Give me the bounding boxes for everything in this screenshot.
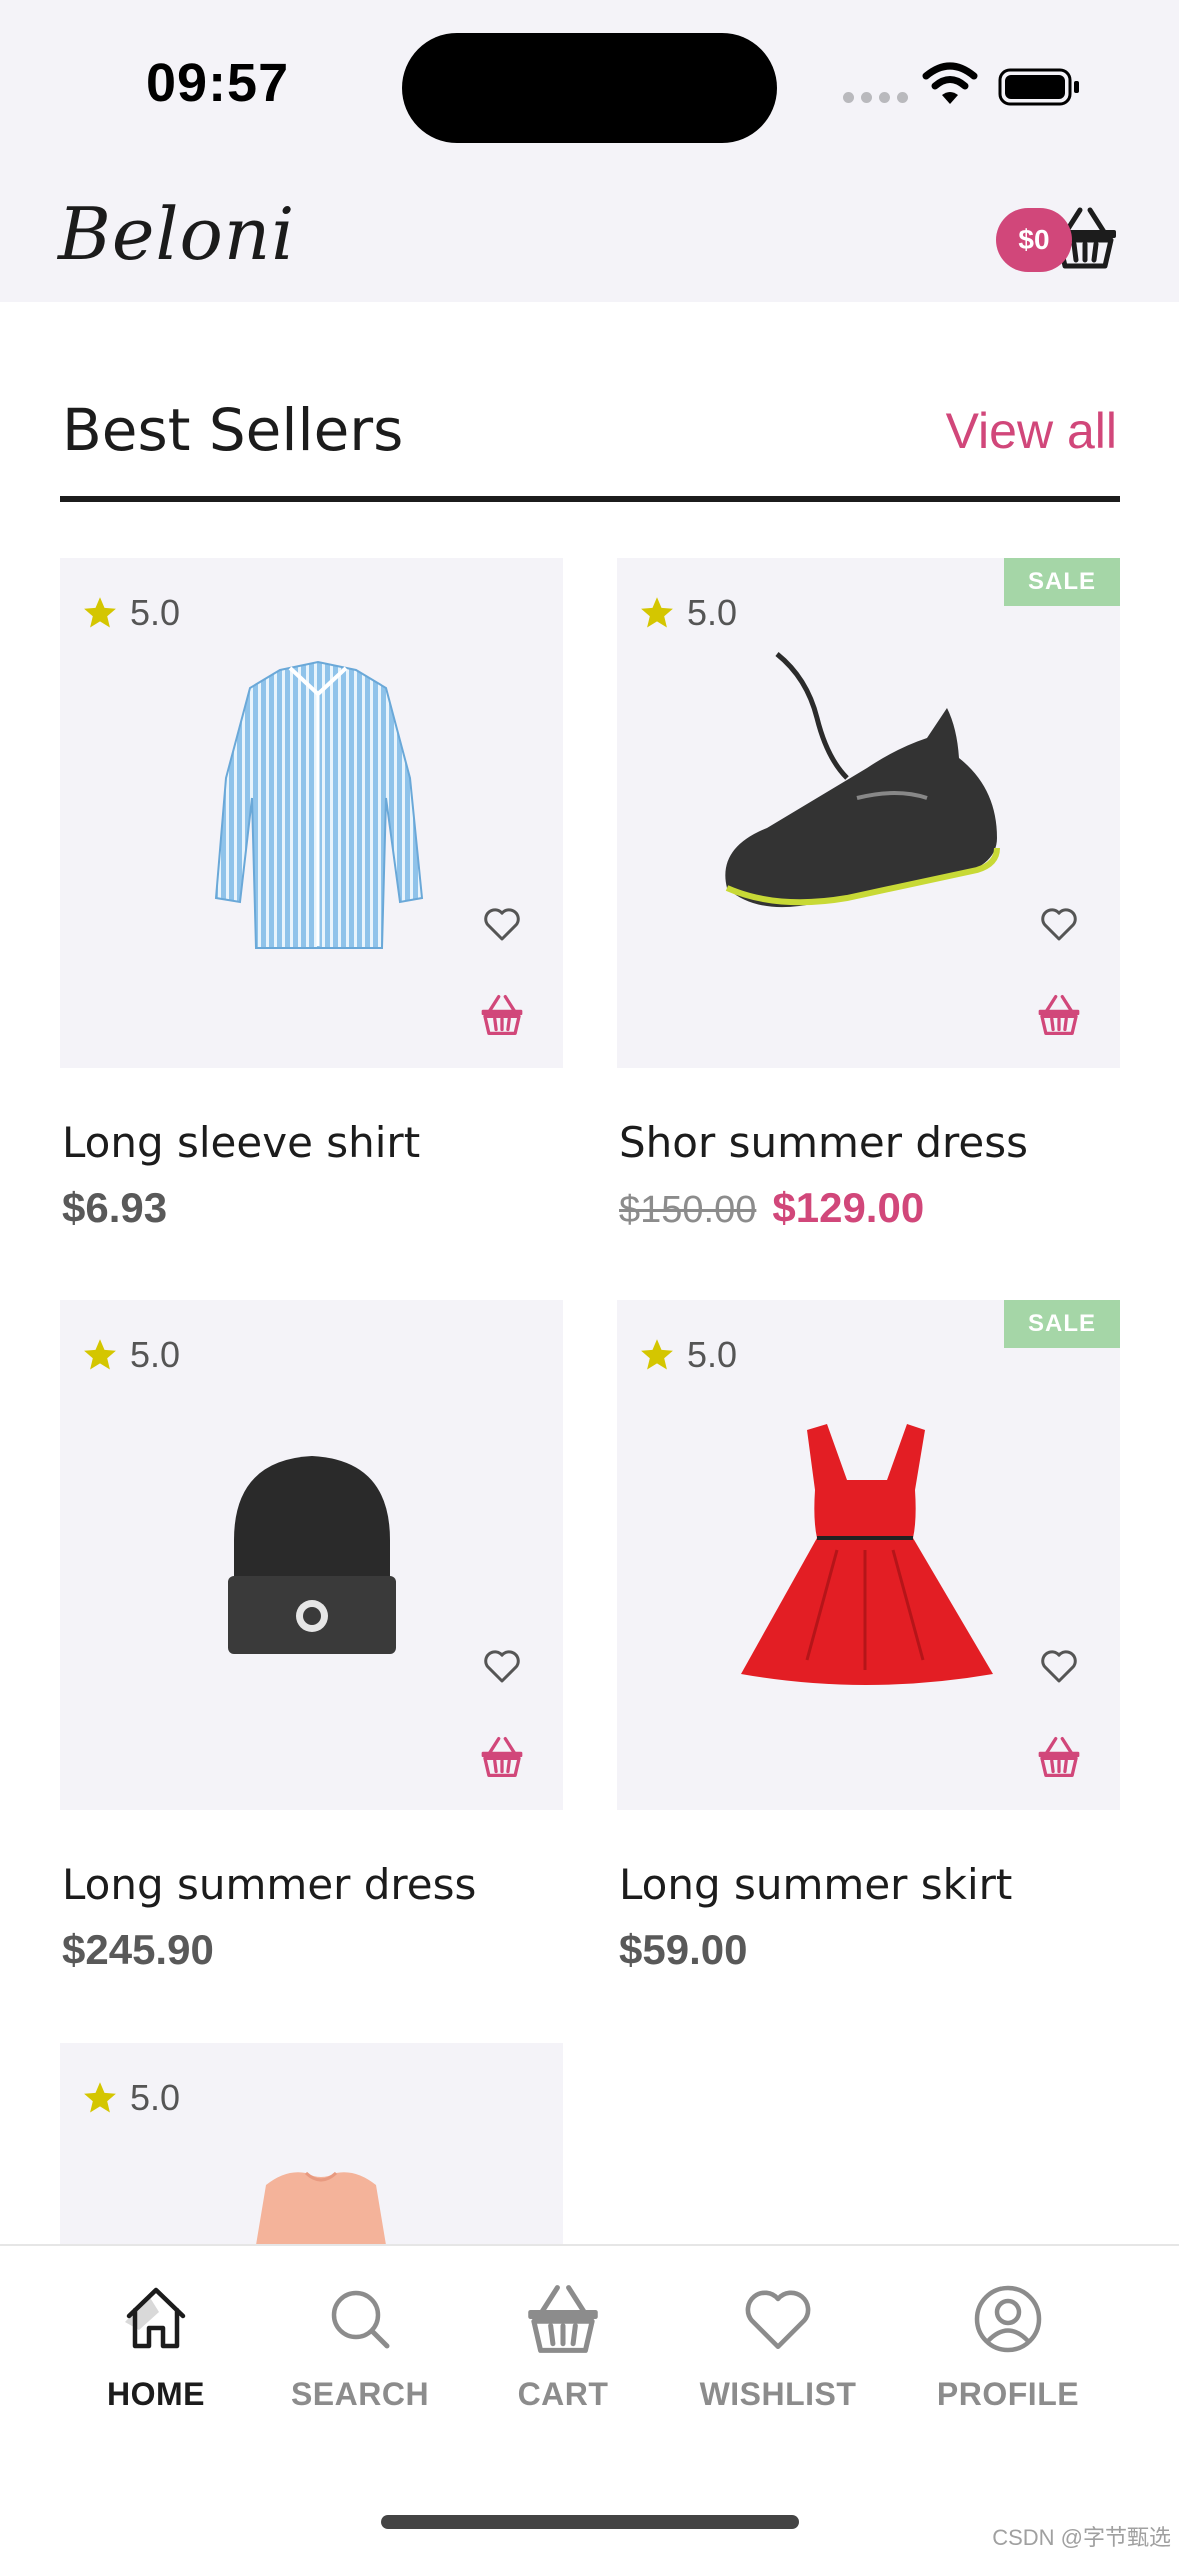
basket-icon	[528, 2285, 598, 2353]
sale-price: $129.00	[772, 1184, 925, 1231]
rating-value: 5.0	[130, 1334, 181, 1375]
heart-icon	[745, 2290, 811, 2350]
wishlist-heart-icon[interactable]	[1039, 904, 1079, 944]
nav-label: SEARCH	[290, 2376, 430, 2412]
view-all-link[interactable]: View all	[946, 402, 1117, 460]
nav-cart[interactable]: CART	[463, 2282, 663, 2413]
star-icon	[84, 597, 116, 628]
sale-badge: SALE	[1004, 558, 1120, 606]
product-name[interactable]: Long sleeve shirt	[62, 1118, 420, 1167]
product-card[interactable]: 5.0 Long sleeve shirt $6.93	[60, 558, 563, 1231]
product-image	[228, 1456, 396, 1654]
product-name[interactable]: Shor summer dress	[619, 1118, 1028, 1167]
rating: 5.0	[82, 592, 180, 634]
add-to-cart-icon[interactable]	[480, 1736, 524, 1778]
cart-total-badge: $0	[996, 208, 1072, 272]
product-price: $245.90	[62, 1926, 214, 1974]
profile-icon	[974, 2285, 1042, 2353]
sale-badge: SALE	[1004, 1300, 1120, 1348]
wishlist-heart-icon[interactable]	[482, 1646, 522, 1686]
section-title: Best Sellers	[62, 396, 404, 464]
price: $59.00	[619, 1926, 748, 1973]
header-cart-button[interactable]: $0	[996, 200, 1122, 280]
status-time: 09:57	[146, 53, 290, 113]
product-card[interactable]: SALE 5.0 Long summer skirt $59.00	[617, 1300, 1120, 1973]
add-to-cart-icon[interactable]	[1037, 994, 1081, 1036]
product-image	[256, 2171, 386, 2245]
product-image-area[interactable]: 5.0	[60, 1300, 563, 1810]
watermark: CSDN @字节甄选	[992, 2525, 1171, 2550]
nav-label: CART	[517, 2376, 609, 2412]
section-divider	[60, 496, 1120, 502]
original-price: $150.00	[619, 1189, 757, 1231]
rating-value: 5.0	[130, 2077, 181, 2118]
nav-search[interactable]: SEARCH	[260, 2282, 460, 2413]
star-icon	[641, 597, 673, 628]
add-to-cart-icon[interactable]	[1037, 1736, 1081, 1778]
home-indicator[interactable]	[381, 2515, 799, 2529]
cellular-signal-icon	[843, 92, 908, 103]
product-image-area[interactable]: 5.0	[60, 558, 563, 1068]
app-header: 09:57 Beloni $0	[0, 0, 1179, 302]
star-icon	[84, 1339, 116, 1370]
nav-home[interactable]: HOME	[56, 2282, 256, 2413]
rating: 5.0	[82, 2077, 180, 2119]
wishlist-heart-icon[interactable]	[482, 904, 522, 944]
product-image-area[interactable]: SALE 5.0	[617, 1300, 1120, 1810]
nav-label: HOME	[107, 2376, 205, 2412]
product-card[interactable]: SALE 5.0 Shor summer dress $150.00 $129.…	[617, 558, 1120, 1231]
search-icon	[331, 2290, 390, 2349]
product-image	[214, 660, 424, 949]
rating-value: 5.0	[130, 592, 181, 633]
rating: 5.0	[639, 592, 737, 634]
dynamic-island	[402, 33, 777, 143]
rating: 5.0	[82, 1334, 180, 1376]
product-card[interactable]: 5.0 Long summer dress $245.90	[60, 1300, 563, 1973]
nav-profile[interactable]: PROFILE	[908, 2282, 1108, 2413]
product-name[interactable]: Long summer skirt	[619, 1860, 1012, 1909]
nav-label: PROFILE	[936, 2376, 1080, 2412]
product-name[interactable]: Long summer dress	[62, 1860, 476, 1909]
product-image	[741, 1424, 993, 1685]
battery-icon	[998, 68, 1079, 106]
product-price: $6.93	[62, 1184, 167, 1232]
wifi-icon	[922, 62, 978, 104]
price: $245.90	[62, 1926, 214, 1973]
product-price: $59.00	[619, 1926, 747, 1974]
wishlist-heart-icon[interactable]	[1039, 1646, 1079, 1686]
nav-wishlist[interactable]: WISHLIST	[678, 2282, 878, 2413]
star-icon	[84, 2082, 116, 2113]
rating-value: 5.0	[687, 1334, 738, 1375]
brand-logo[interactable]: Beloni	[58, 192, 295, 276]
product-price: $150.00 $129.00	[619, 1184, 924, 1232]
product-image-area[interactable]: SALE 5.0	[617, 558, 1120, 1068]
price: $6.93	[62, 1184, 168, 1231]
product-image	[725, 652, 1000, 908]
rating: 5.0	[639, 1334, 737, 1376]
star-icon	[641, 1339, 673, 1370]
home-icon	[125, 2287, 186, 2349]
bottom-navigation: HOME SEARCH CART WISHLIST PROFILE	[0, 2244, 1179, 2556]
add-to-cart-icon[interactable]	[480, 994, 524, 1036]
rating-value: 5.0	[687, 592, 738, 633]
nav-label: WISHLIST	[699, 2376, 857, 2412]
